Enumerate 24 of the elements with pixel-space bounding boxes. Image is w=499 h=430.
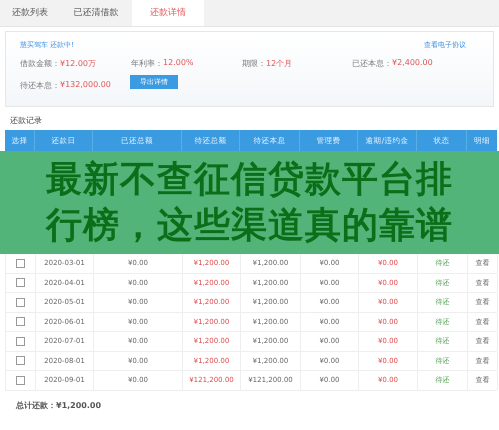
field-label: 借款金额： — [20, 58, 60, 68]
field-label: 已还本息： — [352, 58, 392, 68]
tab[interactable]: 还款详情 — [132, 0, 204, 26]
field-label: 期限： — [242, 58, 266, 68]
field-value: 12.00% — [163, 58, 194, 68]
checkbox[interactable] — [16, 356, 25, 366]
field-value: ¥2,400.00 — [392, 58, 433, 68]
checkbox[interactable] — [16, 376, 25, 385]
headline-text: 行榜，这些渠道真的靠谱 — [46, 204, 453, 248]
section-title: 还款记录 — [10, 115, 43, 127]
field-value: 12个月 — [266, 58, 292, 68]
total-text: 总计还款：¥1,200.00 — [16, 400, 102, 410]
checkbox[interactable] — [16, 258, 25, 268]
field-value: ¥12.00万 — [60, 58, 96, 68]
checkbox[interactable] — [16, 278, 25, 288]
field-label: 待还本息： — [20, 80, 60, 90]
headline-text: 最新不查征信贷款平台排 — [46, 158, 453, 202]
checkbox[interactable] — [16, 317, 25, 326]
field-label: 年利率： — [131, 58, 163, 68]
checkbox[interactable] — [16, 298, 25, 307]
checkbox[interactable] — [16, 336, 25, 346]
tab[interactable]: 已还清借款 — [60, 0, 132, 26]
tab[interactable]: 还款列表 — [0, 0, 60, 26]
field-value: ¥132,000.00 — [60, 80, 111, 90]
